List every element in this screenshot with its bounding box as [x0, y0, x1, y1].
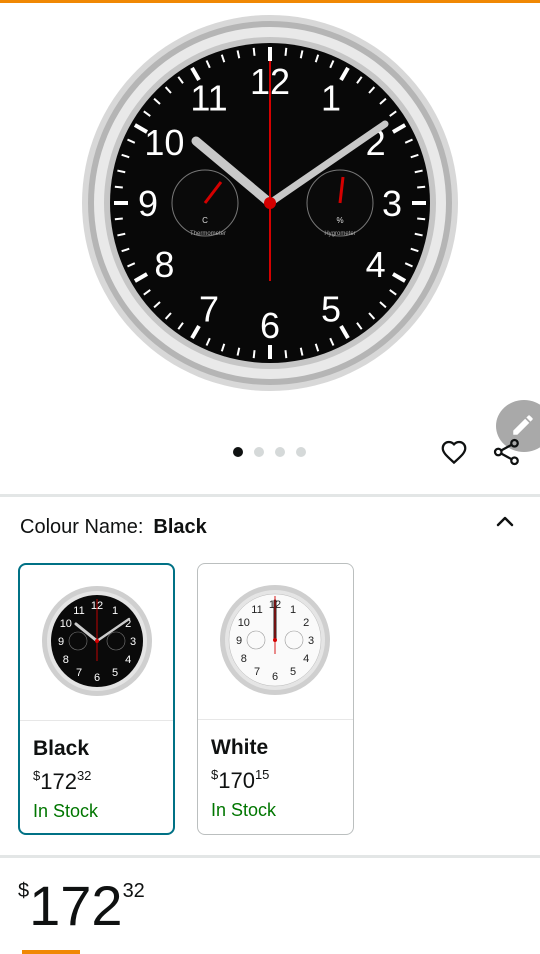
swatch-thumbnail: 121234567891011	[198, 564, 353, 719]
swatch-divider	[20, 720, 173, 721]
carousel-dot[interactable]	[275, 447, 285, 457]
clock-numeral: 1	[112, 605, 118, 617]
carousel-dot[interactable]	[233, 447, 243, 457]
swatch-price-fraction: 15	[254, 767, 270, 782]
price-currency: $	[18, 880, 30, 902]
swatch-white[interactable]: 121234567891011 White $17015 In Stock	[197, 563, 354, 835]
clock-numeral: 10	[144, 122, 184, 163]
hygrometer-label: Hygrometer	[324, 231, 355, 237]
clock-numeral: 8	[63, 654, 69, 666]
thermometer-unit: C	[202, 216, 208, 225]
clock-numeral: 6	[94, 672, 100, 684]
white-clock-thumbnail: 121234567891011	[220, 585, 330, 695]
swatch-price: $17232	[33, 768, 91, 795]
clock-numeral: 5	[112, 667, 118, 679]
swatch-stock-status: In Stock	[33, 801, 99, 821]
collapse-button[interactable]	[493, 510, 517, 534]
colour-value: Black	[153, 516, 207, 538]
clock-numeral: 10	[60, 618, 72, 630]
clock-numeral: 4	[125, 654, 131, 666]
product-image: 12 1234567891011 C Thermometer % Hygromet…	[82, 15, 458, 391]
price-fraction: 32	[122, 880, 145, 902]
colour-label: Colour Name:	[20, 516, 144, 538]
swatch-black[interactable]: 12 1 2 3 4 5 6 7 8 9 10 11 Black $17232 In Stock	[18, 563, 175, 835]
black-clock-thumbnail: 12 1234567891011	[42, 586, 152, 696]
swatch-price-whole: 170	[218, 768, 255, 793]
swatch-name: White	[211, 736, 269, 759]
product-price: $17232	[18, 878, 145, 934]
clock-numeral: 9	[138, 183, 158, 224]
colour-selector-header: Colour Name: Black	[20, 516, 207, 539]
swatch-divider	[198, 719, 353, 720]
section-divider	[0, 494, 540, 497]
clock-numeral: 9	[58, 636, 64, 648]
carousel-dot[interactable]	[296, 447, 306, 457]
hygrometer-unit: %	[336, 216, 343, 225]
carousel-dot[interactable]	[254, 447, 264, 457]
heart-icon	[441, 440, 467, 465]
clock-numeral: 4	[366, 244, 386, 285]
clock-numeral: 11	[73, 605, 84, 617]
clock-numeral: 5	[290, 666, 296, 678]
wishlist-button[interactable]	[439, 437, 469, 467]
clock-numeral: 11	[190, 77, 227, 118]
clock-numeral: 1	[290, 604, 296, 616]
clock-numeral: 7	[199, 289, 219, 330]
clock-numeral: 6	[272, 671, 278, 683]
pencil-icon	[513, 415, 533, 435]
swatch-name: Black	[33, 737, 90, 760]
swatch-thumbnail: 121234567891011	[20, 565, 173, 720]
swatch-stock-status: In Stock	[211, 800, 277, 820]
product-image-carousel[interactable]: 12 1 2 3 4 5 6 7 8 9 10 11 C Thermometer % Hygromet…	[0, 3, 540, 495]
clock-numeral: 8	[241, 653, 247, 665]
swatch-price-whole: 172	[40, 769, 77, 794]
swatch-price-fraction: 32	[76, 768, 92, 783]
clock-numeral: 10	[238, 617, 250, 629]
clock-numeral: 1	[321, 77, 341, 118]
bottom-accent-bar	[22, 950, 80, 954]
clock-numeral: 9	[236, 635, 242, 647]
section-divider	[0, 855, 540, 858]
thermometer-label: Thermometer	[190, 231, 226, 237]
chevron-up-icon	[496, 516, 514, 527]
swatch-price: $17015	[211, 767, 269, 794]
clock-numeral: 3	[382, 183, 402, 224]
clock-numeral: 7	[76, 667, 82, 679]
carousel-dots[interactable]	[233, 447, 306, 457]
clock-numeral: 5	[321, 289, 341, 330]
clock-numeral: 6	[260, 305, 280, 346]
clock-numeral: 11	[251, 604, 262, 616]
clock-numeral: 3	[308, 635, 314, 647]
clock-numeral: 8	[154, 244, 174, 285]
clock-numeral: 3	[130, 636, 136, 648]
clock-numeral: 2	[303, 617, 309, 629]
share-icon	[493, 438, 519, 466]
share-button[interactable]	[492, 437, 522, 467]
price-whole: 172	[29, 874, 123, 937]
clock-numeral: 4	[303, 653, 309, 665]
clock-numeral: 7	[254, 666, 260, 678]
